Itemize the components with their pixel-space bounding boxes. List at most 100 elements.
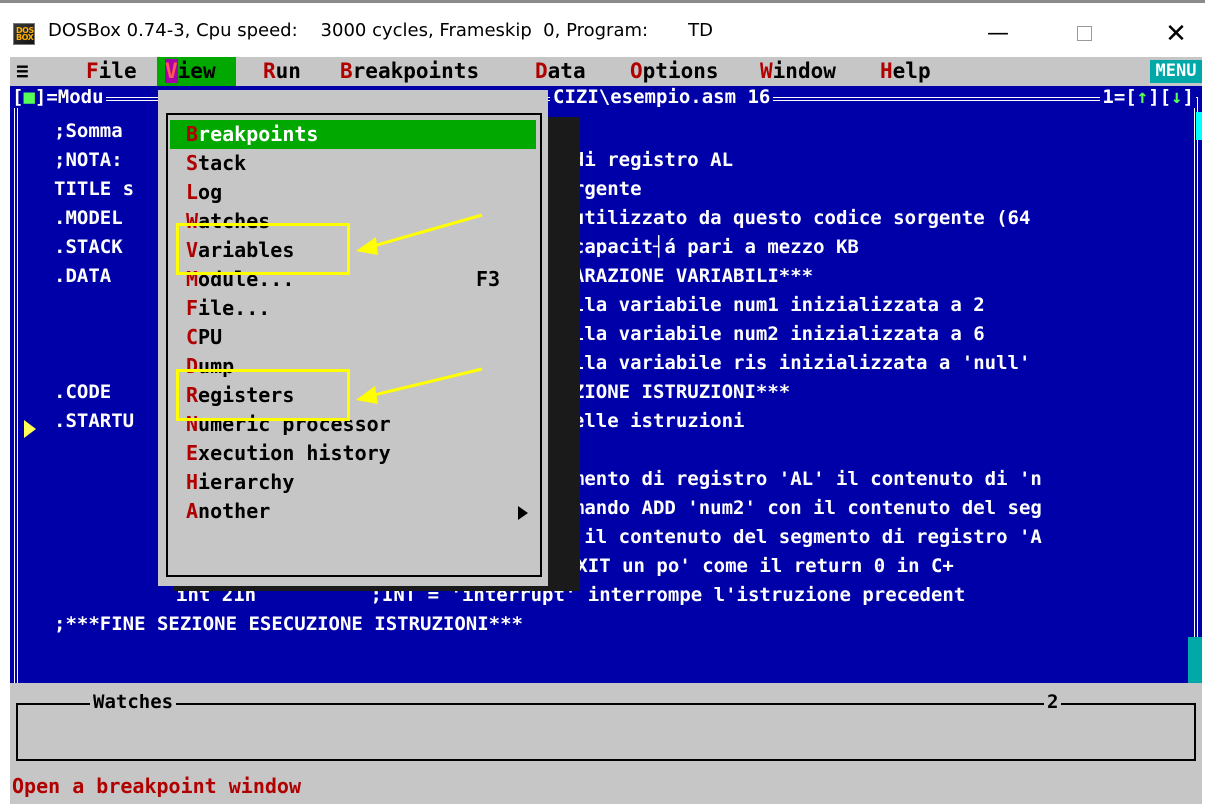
vertical-scrollbar-thumb[interactable] <box>1196 112 1202 140</box>
view-item-hotkey: F <box>186 296 199 320</box>
menu-run-hotkey: R <box>263 59 276 83</box>
code-line[interactable]: della variabile num2 inizializzata a 6 <box>550 322 985 346</box>
title-bar[interactable]: DOS BOX DOSBox 0.74-3, Cpu speed: 3000 c… <box>0 0 1205 60</box>
menu-help-label: elp <box>892 59 931 83</box>
code-line[interactable]: a utilizzato da questo codice sorgente (… <box>550 206 1030 230</box>
view-item-hierarchy[interactable]: Hierarchy <box>170 468 536 497</box>
menu-file-hotkey: F <box>86 59 99 83</box>
menu-breakpoints-hotkey: B <box>340 59 353 83</box>
watches-title: Watches <box>90 691 177 713</box>
menu-breakpoints-label: reakpoints <box>352 59 480 83</box>
code-line[interactable]: .DATA <box>54 264 111 288</box>
menu-data[interactable]: Data <box>535 57 586 86</box>
watches-window-number: 2 <box>1044 691 1062 713</box>
menu-run[interactable]: Run <box>263 57 301 86</box>
view-item-label: nother <box>198 499 271 523</box>
dosbox-icon-label: DOS BOX <box>16 26 34 42</box>
menu-view[interactable]: View <box>157 57 236 86</box>
menu-options-label: ptions <box>642 59 719 83</box>
view-item-execution-history[interactable]: Execution history <box>170 439 536 468</box>
frame-bracket-mid: ][ <box>1148 86 1172 108</box>
close-box-icon[interactable]: ■ <box>23 86 34 108</box>
menu-options-hotkey: O <box>630 59 643 83</box>
view-item-label: reakpoints <box>198 122 319 146</box>
zoom-down-icon[interactable]: ↓ <box>1171 86 1182 108</box>
menu-view-label: iew <box>177 59 216 83</box>
view-item-label: tack <box>198 151 247 175</box>
code-line[interactable]: ;NOTA: <box>54 148 123 172</box>
code-line[interactable]: comando ADD 'num2' con il contenuto del … <box>550 496 1042 520</box>
dosbox-icon: DOS BOX <box>13 23 35 45</box>
code-line[interactable]: TITLE s <box>54 177 134 201</box>
menu-window-label: indow <box>772 59 836 83</box>
maximize-button[interactable] <box>1055 11 1115 57</box>
menu-data-label: ata <box>547 59 586 83</box>
close-button[interactable]: ✕ <box>1146 11 1205 57</box>
execution-pointer-icon <box>24 420 36 438</box>
status-line: Open a breakpoint window <box>12 774 301 798</box>
code-line[interactable]: HIARAZIONE VARIABILI*** <box>550 264 813 288</box>
view-item-label: og <box>198 180 223 204</box>
menu-mode-badge: MENU <box>1150 60 1202 83</box>
code-line[interactable]: CUZIONE ISTRUZIONI*** <box>550 380 790 404</box>
annotation-arrow-icon <box>356 367 483 404</box>
view-item-label: PU <box>198 325 223 349</box>
code-line[interactable]: della variabile num1 inizializzata a 2 <box>550 293 985 317</box>
annotation-highlight-registers <box>176 369 350 421</box>
code-line[interactable]: .MODEL <box>54 206 123 230</box>
view-item-label: ile... <box>198 296 271 320</box>
code-line[interactable]: della variabile ris inizializzata a 'nul… <box>550 351 1030 375</box>
submenu-arrow-icon <box>518 506 528 520</box>
code-line[interactable]: s' il contenuto del segmento di registro… <box>550 525 1042 549</box>
code-line[interactable]: .STACK <box>54 235 123 259</box>
view-item-another[interactable]: Another <box>170 497 536 526</box>
annotation-highlight-variables <box>176 223 350 275</box>
code-line[interactable]: .CODE <box>54 380 111 404</box>
menu-help[interactable]: Help <box>880 57 931 86</box>
view-item-hotkey: C <box>186 325 199 349</box>
window-number-controls: 1=[↑][↓] <box>1100 86 1196 108</box>
menu-window-hotkey: W <box>760 59 773 83</box>
view-item-hotkey: E <box>186 441 199 465</box>
watches-pane: Watches 2 Open a breakpoint window <box>10 683 1202 804</box>
module-file-label: CIZI\esempio.asm 16 <box>550 86 774 108</box>
code-line[interactable]: n capacit┤á pari a mezzo KB <box>550 235 859 259</box>
module-window-title-label: ]=Modu <box>34 86 104 108</box>
annotation-arrows <box>356 213 483 404</box>
view-item-breakpoints[interactable]: Breakpoints <box>170 120 536 149</box>
menu-data-hotkey: D <box>535 59 548 83</box>
watches-window[interactable] <box>16 703 1196 761</box>
menu-help-hotkey: H <box>880 59 893 83</box>
view-item-hotkey: A <box>186 499 199 523</box>
view-item-hotkey: H <box>186 470 199 494</box>
menu-bar: ≡ File View Run Breakpoints Data Options… <box>10 57 1202 86</box>
menu-window[interactable]: Window <box>760 57 836 86</box>
frame-bracket-close: ] <box>1182 86 1194 108</box>
menu-view-hotkey: V <box>165 59 178 83</box>
view-item-label: xecution history <box>198 441 391 465</box>
code-line[interactable]: egmento di registro 'AL' il contenuto di… <box>550 467 1042 491</box>
maximize-icon <box>1077 26 1092 41</box>
menu-run-label: un <box>275 59 301 83</box>
view-item-stack[interactable]: Stack <box>170 149 536 178</box>
system-menu-icon[interactable]: ≡ <box>16 57 29 86</box>
frame-bracket-open: [ <box>12 86 24 108</box>
zoom-up-icon[interactable]: ↑ <box>1137 86 1148 108</box>
view-item-hotkey: L <box>186 180 199 204</box>
view-item-label: ierarchy <box>198 470 295 494</box>
view-item-hotkey: B <box>186 122 199 146</box>
code-line[interactable]: .STARTU <box>54 409 134 433</box>
code-line[interactable]: ;***FINE SEZIONE ESECUZIONE ISTRUZIONI**… <box>54 612 523 636</box>
module-window-title[interactable]: [■]=Modu <box>10 86 106 108</box>
window-number: 1=[ <box>1102 86 1137 108</box>
menu-file[interactable]: File <box>50 57 162 86</box>
window-title: DOSBox 0.74-3, Cpu speed: 3000 cycles, F… <box>48 20 713 41</box>
menu-breakpoints[interactable]: Breakpoints <box>340 57 479 86</box>
code-line[interactable]: ;Somma <box>54 119 123 143</box>
view-item-hotkey: S <box>186 151 199 175</box>
menu-options[interactable]: Options <box>630 57 719 86</box>
annotation-arrow-icon <box>356 213 483 255</box>
dos-screen: ≡ File View Run Breakpoints Data Options… <box>10 57 1202 804</box>
menu-file-label: ile <box>98 59 137 83</box>
minimize-button[interactable]: — <box>968 11 1028 57</box>
